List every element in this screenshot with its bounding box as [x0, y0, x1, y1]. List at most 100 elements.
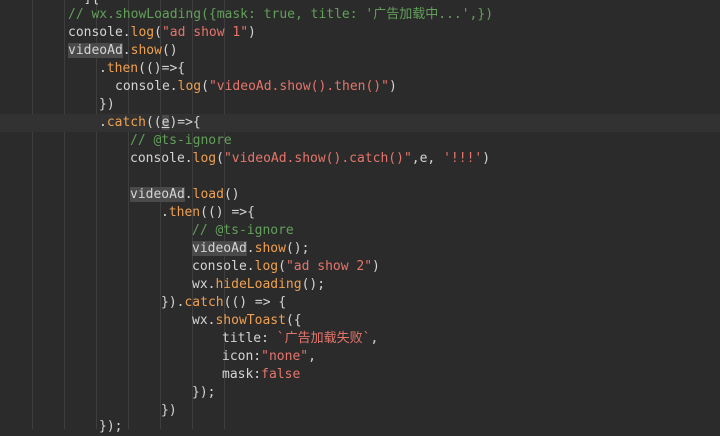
- code-token: )=>{: [169, 115, 201, 130]
- code-token: });: [192, 385, 216, 400]
- code-token: then: [106, 61, 139, 76]
- code-token: (: [278, 259, 286, 274]
- code-token: (: [154, 25, 162, 40]
- code-token: ): [388, 79, 397, 94]
- code-token: `广告加载失败`: [276, 331, 371, 346]
- code-token: console.: [130, 151, 193, 166]
- code-text: console.log("videoAd.show().then()"): [115, 78, 397, 96]
- code-text: // @ts-ignore: [192, 222, 294, 240]
- code-token: // @ts-ignore: [130, 133, 232, 148]
- code-line[interactable]: // @ts-ignore: [0, 222, 720, 240]
- code-token: showToast: [215, 313, 286, 328]
- code-line[interactable]: }).catch(() => {: [0, 294, 720, 312]
- code-text: .then(()=>{: [99, 60, 185, 78]
- code-line[interactable]: wx.showToast({: [0, 312, 720, 330]
- code-line[interactable]: }): [0, 96, 720, 114]
- code-token: (()=>{: [138, 61, 186, 76]
- code-token: ): [372, 259, 380, 274]
- code-line[interactable]: console.log("videoAd.show().then()"): [0, 78, 720, 96]
- code-text: .catch((e)=>{: [99, 114, 201, 132]
- code-line[interactable]: // @ts-ignore: [0, 132, 720, 150]
- code-token: ): [482, 151, 491, 166]
- code-token: (): [161, 43, 178, 58]
- code-token: "none": [261, 349, 309, 364]
- code-token: log: [130, 25, 155, 40]
- code-text: title: `广告加载失败`,: [222, 330, 378, 348]
- code-text: videoAd.show();: [192, 240, 309, 258]
- code-token: load: [192, 187, 224, 202]
- code-token: ((: [145, 115, 162, 130]
- code-token: "videoAd.show().catch()": [223, 151, 412, 166]
- code-token: .: [99, 61, 107, 76]
- code-token: '!!!': [443, 151, 483, 166]
- code-token: (: [201, 79, 209, 94]
- code-token: log: [177, 79, 202, 94]
- code-editor[interactable]: ]{// wx.showLoading({mask: true, title: …: [0, 0, 720, 434]
- code-line[interactable]: console.log("ad show 1"): [0, 24, 720, 42]
- code-token: console.: [115, 79, 178, 94]
- code-token: "ad show 1": [161, 25, 249, 40]
- code-token: (() => {: [223, 295, 287, 310]
- code-text: // @ts-ignore: [130, 132, 232, 150]
- code-line[interactable]: });: [0, 384, 720, 402]
- code-token: ,: [370, 331, 379, 346]
- code-line[interactable]: videoAd.show();: [0, 240, 720, 258]
- code-token: log: [192, 151, 217, 166]
- code-token: show: [130, 43, 162, 58]
- code-token: ({: [285, 313, 302, 328]
- code-token: // @ts-ignore: [192, 223, 294, 238]
- code-line[interactable]: });: [0, 418, 720, 436]
- code-token: videoAd: [192, 241, 247, 256]
- code-token: videoAd: [130, 187, 185, 202]
- code-line[interactable]: [0, 168, 720, 186]
- code-line[interactable]: title: `广告加载失败`,: [0, 330, 720, 348]
- code-token: console.: [68, 25, 131, 40]
- code-line[interactable]: wx.hideLoading();: [0, 276, 720, 294]
- code-token: "videoAd.show().then()": [208, 79, 389, 94]
- code-text: wx.showToast({: [192, 312, 302, 330]
- code-token: ,: [308, 349, 316, 364]
- code-token: .: [99, 115, 107, 130]
- code-token: .: [122, 43, 131, 58]
- code-line[interactable]: .catch((e)=>{: [0, 114, 720, 132]
- code-line[interactable]: .then(() =>{: [0, 204, 720, 222]
- code-token: icon:: [222, 349, 262, 364]
- code-token: ): [248, 25, 256, 40]
- code-text: }): [99, 96, 115, 114]
- code-text: videoAd.load(): [130, 186, 240, 204]
- code-line[interactable]: mask:false: [0, 366, 720, 384]
- code-text: console.log("videoAd.show().catch()",e, …: [130, 150, 490, 168]
- code-token: .: [161, 205, 169, 220]
- code-token: catch: [106, 115, 146, 130]
- code-token: ();: [301, 277, 326, 292]
- code-token: wx.: [192, 277, 216, 292]
- code-token: .: [184, 187, 193, 202]
- code-line[interactable]: console.log("videoAd.show().catch()",e, …: [0, 150, 720, 168]
- code-line[interactable]: videoAd.load(): [0, 186, 720, 204]
- code-text: // wx.showLoading({mask: true, title: '广…: [68, 6, 493, 24]
- code-token: (() =>{: [200, 205, 255, 220]
- code-token: false: [261, 367, 301, 382]
- code-text: mask:false: [222, 366, 300, 384]
- code-token: videoAd: [68, 43, 123, 58]
- code-token: console.: [192, 259, 255, 274]
- code-text: videoAd.show(): [68, 42, 178, 60]
- code-token: catch: [184, 295, 224, 310]
- code-token: }): [161, 403, 177, 418]
- code-text: }).catch(() => {: [161, 294, 286, 312]
- code-token: wx.: [192, 313, 216, 328]
- code-text: .then(() =>{: [161, 204, 255, 222]
- code-token: (: [216, 151, 224, 166]
- code-line[interactable]: .then(()=>{: [0, 60, 720, 78]
- code-line[interactable]: icon:"none",: [0, 348, 720, 366]
- code-token: show: [254, 241, 286, 256]
- code-line[interactable]: videoAd.show(): [0, 42, 720, 60]
- code-line[interactable]: // wx.showLoading({mask: true, title: '广…: [0, 6, 720, 24]
- code-token: }): [99, 97, 115, 112]
- code-token: hideLoading: [215, 277, 302, 292]
- code-token: then: [168, 205, 201, 220]
- code-token: // wx.showLoading({mask: true, title: '广…: [68, 7, 494, 22]
- code-line[interactable]: console.log("ad show 2"): [0, 258, 720, 276]
- code-token: log: [254, 259, 279, 274]
- code-token: "ad show 2": [285, 259, 373, 274]
